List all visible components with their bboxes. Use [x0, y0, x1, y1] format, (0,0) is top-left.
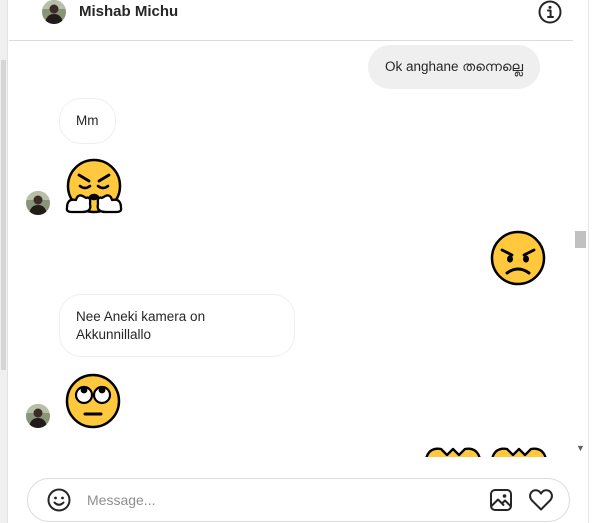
angry-face-emoji[interactable]	[488, 228, 548, 288]
message-thread[interactable]: Ok anghane തന്നെല്ലെ Mm Nee Aneki kamera…	[9, 41, 573, 457]
message-text: Nee Aneki kamera on Akkunnillallo	[76, 309, 206, 342]
message-composer	[27, 478, 570, 522]
sender-avatar[interactable]	[26, 191, 50, 215]
message-input[interactable]	[87, 490, 467, 510]
message-bubble-incoming[interactable]: Nee Aneki kamera on Akkunnillallo	[59, 294, 295, 357]
window-right-edge	[588, 0, 597, 523]
contact-name[interactable]: Mishab Michu	[79, 3, 178, 20]
chat-header: Mishab Michu	[9, 0, 573, 41]
scrollbar-thumb[interactable]	[575, 231, 586, 248]
smiley-icon[interactable]	[47, 488, 71, 512]
window-left-edge	[0, 0, 8, 523]
face-with-steam-from-nose-emoji[interactable]	[64, 156, 124, 216]
partial-emoji[interactable]	[489, 445, 549, 457]
info-icon[interactable]	[538, 0, 562, 24]
face-with-rolling-eyes-emoji[interactable]	[63, 371, 123, 431]
heart-icon[interactable]	[528, 488, 554, 512]
partial-emoji[interactable]	[423, 445, 483, 457]
message-bubble-incoming[interactable]: Mm	[59, 98, 116, 144]
message-text: Ok anghane തന്നെല്ലെ	[385, 59, 524, 74]
thread-scrollbar[interactable]: ▼	[573, 41, 588, 457]
left-scrollbar[interactable]	[1, 60, 6, 370]
message-text: Mm	[76, 113, 99, 128]
contact-avatar[interactable]	[42, 0, 66, 24]
sender-avatar[interactable]	[26, 404, 50, 428]
message-bubble-outgoing[interactable]: Ok anghane തന്നെല്ലെ	[368, 45, 541, 89]
image-icon[interactable]	[489, 488, 513, 512]
scroll-down-arrow-icon[interactable]: ▼	[576, 443, 585, 453]
